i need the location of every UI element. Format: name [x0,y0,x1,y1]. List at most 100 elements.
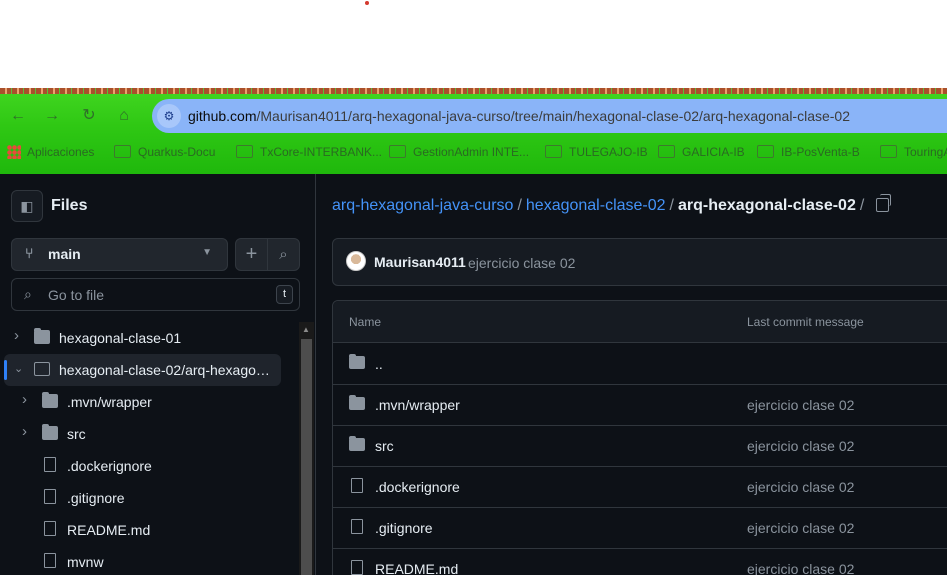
commit-author[interactable]: Maurisan4011 [374,254,466,270]
tree-item[interactable]: ⌄ hexagonal-clase-02/arq-hexagon... [4,354,281,386]
home-icon[interactable]: ⌂ [112,104,136,128]
table-row[interactable]: .. [333,343,947,385]
folder-icon [349,395,365,410]
sidebar-actions: + ⌕ [235,238,300,271]
sidebar-title: Files [51,197,88,214]
avatar[interactable] [346,251,366,271]
tree-item-label: .gitignore [67,490,125,506]
commit-message-link[interactable]: ejercicio clase 02 [747,479,854,495]
git-branch-icon: ⑂ [25,245,34,261]
folder-icon [349,354,365,369]
reload-icon[interactable]: ↻ [77,104,101,128]
folder-icon [389,145,406,158]
site-info-icon[interactable]: ⚙ [157,104,181,128]
scrollbar-thumb[interactable] [301,339,312,575]
bookmark-item[interactable]: TULEGAJO-IB [545,145,648,159]
tree-item[interactable]: .gitignore [0,482,298,514]
breadcrumb-repo-link[interactable]: arq-hexagonal-java-curso [332,197,513,214]
table-row[interactable]: src ejercicio clase 02 [333,425,947,467]
breadcrumb-separator: / [517,197,522,214]
commit-message-link[interactable]: ejercicio clase 02 [747,397,854,413]
branch-selector[interactable]: ⑂ main ▼ [11,238,228,271]
file-name-link[interactable]: .. [375,356,383,372]
tree-item[interactable]: README.md [0,514,298,546]
file-name-link[interactable]: README.md [375,561,458,575]
scroll-up-arrow-icon[interactable]: ▲ [302,325,310,334]
bookmark-label: TouringA [904,145,947,159]
tree-item-label: hexagonal-clase-02/arq-hexagon... [59,362,275,378]
url-text[interactable]: github.com/Maurisan4011/arq-hexagonal-ja… [188,108,850,124]
keyboard-shortcut-hint: t [276,285,293,304]
forward-arrow-icon[interactable]: → [40,104,64,128]
url-host: github.com [188,108,257,124]
file-icon [44,457,56,472]
folder-icon [34,328,50,344]
bookmark-item[interactable]: GestionAdmin INTE... [389,145,529,159]
commit-message-link[interactable]: ejercicio clase 02 [747,561,854,575]
bookmark-item[interactable]: IB-PosVenta-B [757,145,860,159]
search-icon[interactable]: ⌕ [268,239,299,270]
desktop-background [0,0,947,88]
file-icon [351,560,363,575]
tree-item-label: .mvn/wrapper [67,394,152,410]
file-icon [44,521,56,536]
tree-item-label: hexagonal-clase-01 [59,330,182,346]
tree-item-label: mvnw [67,554,104,570]
tree-item[interactable]: › hexagonal-clase-01 [0,322,298,354]
tree-item[interactable]: mvnw [0,546,298,575]
bookmark-item[interactable]: Quarkus-Docu [114,145,215,159]
folder-icon [236,145,253,158]
commit-message-link[interactable]: ejercicio clase 02 [747,438,854,454]
bookmark-item[interactable]: Aplicaciones [7,145,94,159]
file-name-link[interactable]: src [375,438,394,454]
go-to-file-input[interactable]: ⌕ Go to file t [11,278,300,311]
breadcrumb-folder-link[interactable]: hexagonal-clase-02 [526,197,666,214]
tree-item[interactable]: › .mvn/wrapper [0,386,298,418]
table-row[interactable]: .dockerignore ejercicio clase 02 [333,466,947,508]
breadcrumb-separator: / [859,197,865,214]
add-file-button[interactable]: + [236,239,267,270]
chevron-right-icon[interactable]: › [14,327,19,344]
commit-message[interactable]: ejercicio clase 02 [468,255,575,271]
copy-path-icon[interactable] [876,194,891,212]
bookmark-item[interactable]: TxCore-INTERBANK... [236,145,382,159]
bookmark-item[interactable]: GALICIA-IB [658,145,745,159]
file-name-link[interactable]: .gitignore [375,520,433,536]
folder-icon [880,145,897,158]
collapse-sidebar-icon[interactable]: ◧ [11,190,43,222]
file-icon [351,478,363,493]
bookmark-label: IB-PosVenta-B [781,145,860,159]
file-name-link[interactable]: .dockerignore [375,479,460,495]
bookmark-label: TULEGAJO-IB [569,145,648,159]
table-row[interactable]: .gitignore ejercicio clase 02 [333,507,947,549]
table-header: Name Last commit message [333,301,947,343]
folder-icon [42,424,58,440]
file-name-link[interactable]: .mvn/wrapper [375,397,460,413]
url-path: /Maurisan4011/arq-hexagonal-java-curso/t… [256,108,851,124]
table-row[interactable]: .mvn/wrapper ejercicio clase 02 [333,384,947,426]
search-icon: ⌕ [24,286,32,302]
column-header-name: Name [349,315,382,329]
folder-icon [114,145,131,158]
chevron-right-icon[interactable]: › [22,391,27,408]
commit-message-link[interactable]: ejercicio clase 02 [747,520,854,536]
tree-item[interactable]: › src [0,418,298,450]
tree-item-label: src [67,426,86,442]
folder-icon [349,436,365,451]
branch-name: main [48,246,81,262]
bookmark-label: GALICIA-IB [682,145,745,159]
tree-item[interactable]: .dockerignore [0,450,298,482]
folder-icon [545,145,562,158]
bookmark-item[interactable]: TouringA [880,145,947,159]
file-tree-sidebar: ◧ Files ⑂ main ▼ + ⌕ ⌕ Go to file t › hex… [0,174,316,575]
column-header-last-commit: Last commit message [747,315,864,329]
tree-item-label: README.md [67,522,151,538]
chevron-right-icon[interactable]: › [22,423,27,440]
table-row[interactable]: README.md ejercicio clase 02 [333,548,947,575]
file-icon [44,489,56,504]
back-arrow-icon[interactable]: ← [6,104,30,128]
tree-item-label: .dockerignore [67,458,152,474]
chevron-down-icon[interactable]: ⌄ [14,362,23,375]
red-dot-mark [365,1,369,5]
folder-open-icon [34,362,50,376]
